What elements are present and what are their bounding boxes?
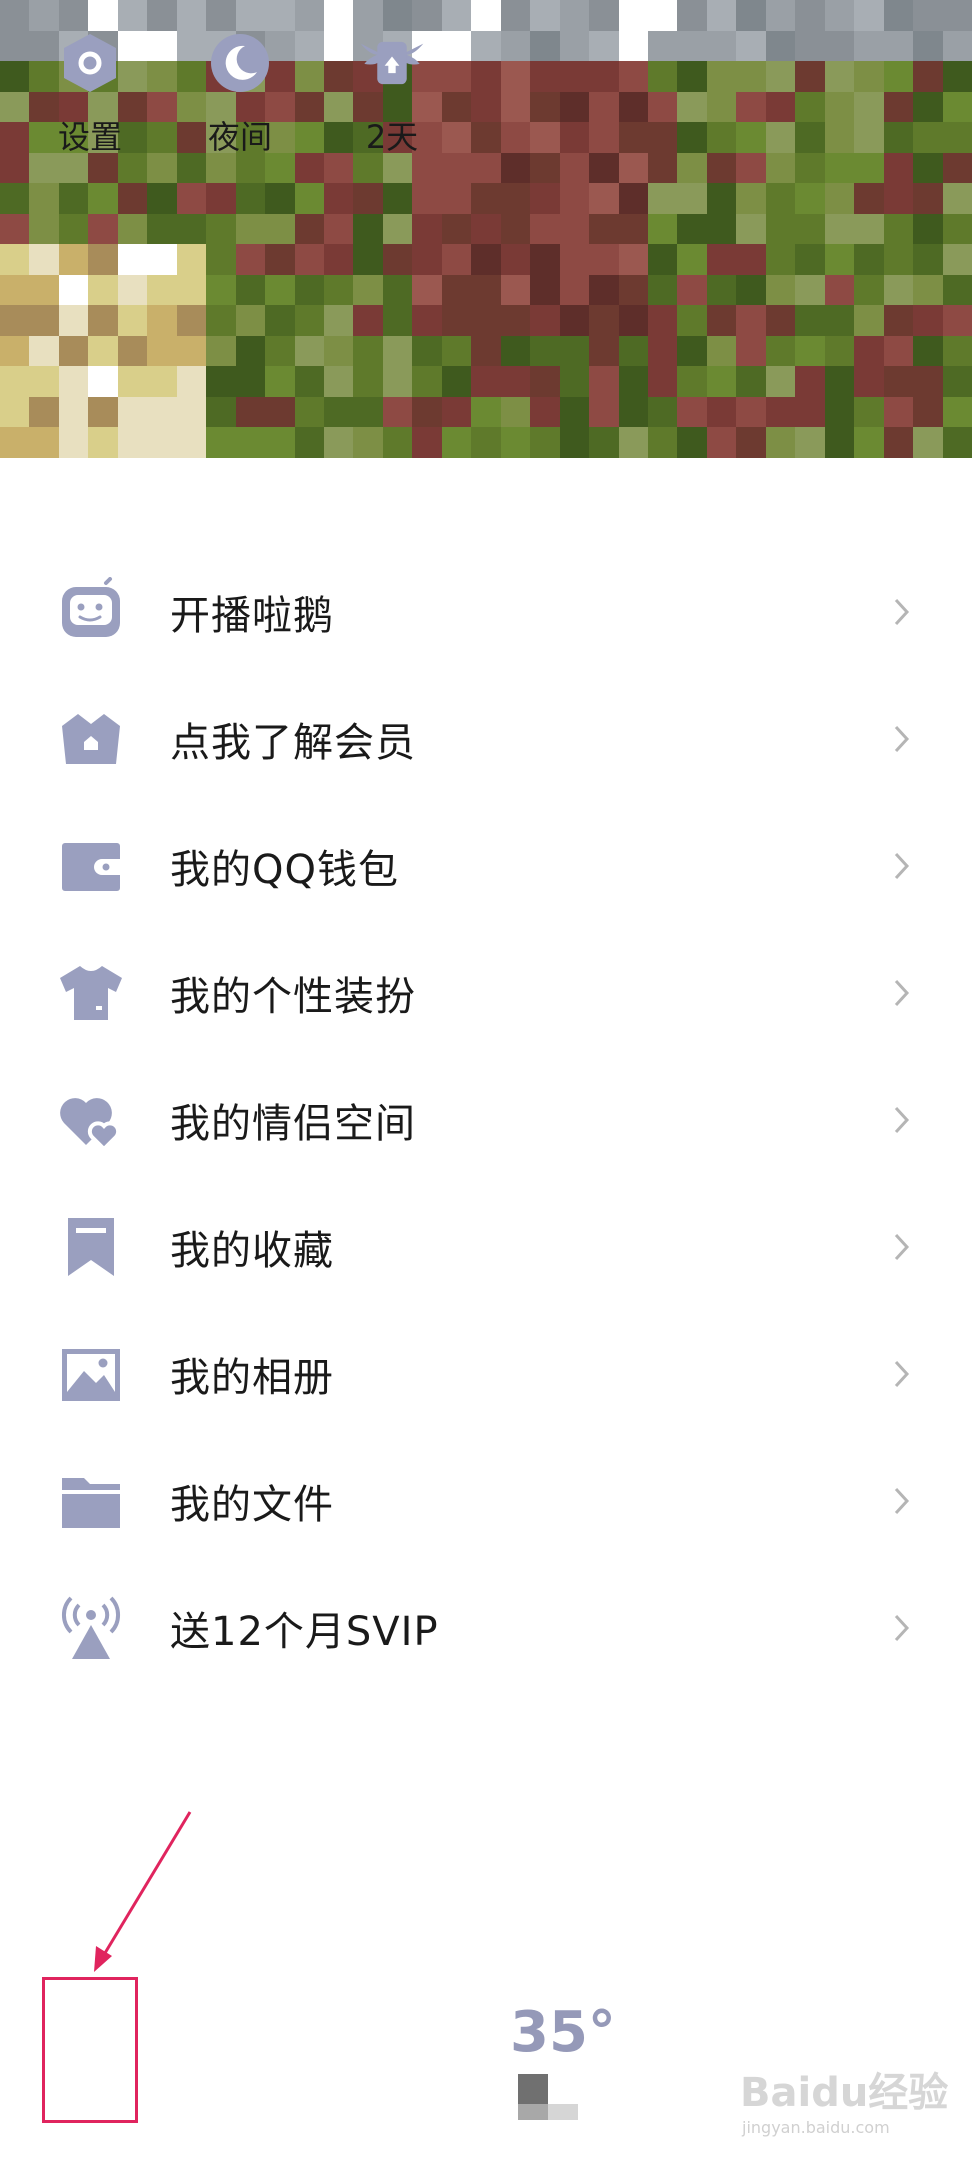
weather-icon-part [548,2104,578,2120]
watermark-logo: Baidu经验 [740,2070,949,2116]
settings-label: 设置 [57,118,122,156]
days-label: 2天 [365,118,419,156]
watermark-url: jingyan.baidu.com [742,2118,890,2137]
weather-icon [518,2074,548,2104]
annotation-arrow [94,1811,192,1972]
moon-icon [205,28,275,98]
streak-days-button[interactable]: 2天 [332,28,452,178]
winged-badge-icon [357,28,427,98]
night-label: 夜间 [207,118,272,156]
settings-gear-icon [55,28,125,98]
weather-temperature[interactable]: 35° [510,2000,616,2065]
night-mode-button[interactable]: 夜间 [180,28,300,178]
settings-button[interactable]: 设置 [30,28,150,178]
weather-icon-part [518,2104,548,2120]
